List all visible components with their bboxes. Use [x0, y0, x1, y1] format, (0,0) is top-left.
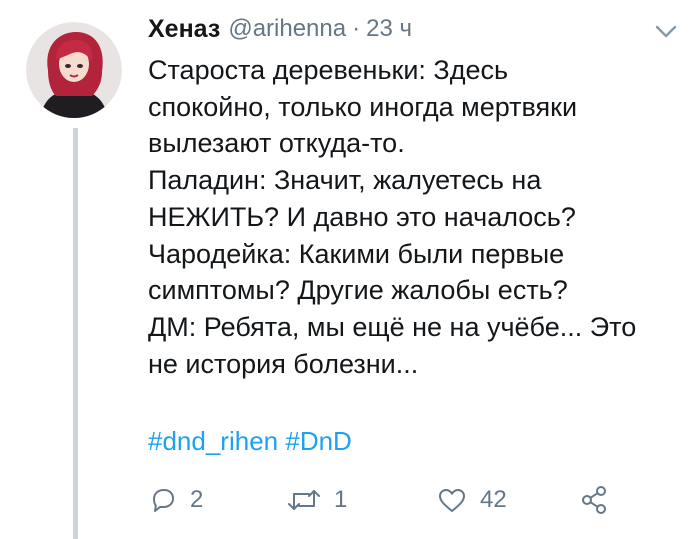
- tweet-actions: 2 1 42: [148, 480, 628, 520]
- thread-line: [73, 128, 78, 539]
- tweet-timestamp[interactable]: 23 ч: [366, 15, 412, 43]
- tweet-text-line: не история болезни...: [148, 348, 419, 379]
- reply-icon: [153, 489, 174, 512]
- tweet-header: Хеназ @arihenna · 23 ч: [148, 12, 680, 46]
- tweet-text-line: Паладин: Значит, жалуетесь на: [148, 165, 542, 196]
- share-button[interactable]: [578, 480, 610, 520]
- share-icon: [582, 486, 606, 514]
- author-name[interactable]: Хеназ: [148, 15, 220, 44]
- tweet-body: Староста деревеньки: Здесь спокойно, тол…: [148, 52, 683, 382]
- tweet-text-line: Староста деревеньки: Здесь: [148, 55, 509, 85]
- tweet-text-line: вылезают откуда-то.: [148, 128, 405, 159]
- tweet-text-line: спокойно, только иногда мертвяки: [148, 91, 578, 122]
- avatar[interactable]: [26, 22, 122, 118]
- retweet-icon: [288, 490, 320, 510]
- like-count: 42: [480, 486, 507, 513]
- retweet-count: 1: [334, 486, 348, 513]
- tweet-text-line: симптомы? Другие жалобы есть?: [148, 275, 568, 306]
- hashtag-link[interactable]: #DnD: [285, 426, 351, 456]
- header-separator: ·: [352, 15, 361, 42]
- author-handle[interactable]: @arihenna: [228, 15, 346, 43]
- hashtags: #dnd_rihen #DnD: [148, 426, 352, 457]
- hashtag-link[interactable]: #dnd_rihen: [148, 426, 278, 456]
- tweet-text-line: НЕЖИТЬ? И давно это началось?: [148, 201, 576, 232]
- retweet-button[interactable]: 1: [286, 480, 347, 520]
- reply-button[interactable]: 2: [148, 480, 203, 520]
- reply-count: 2: [190, 486, 204, 513]
- heart-icon: [439, 489, 465, 512]
- like-button[interactable]: 42: [436, 480, 507, 520]
- avatar-image: [26, 22, 122, 118]
- chevron-down-icon[interactable]: [654, 24, 678, 40]
- tweet-text-line: Чародейка: Какими были первые: [148, 238, 565, 269]
- tweet-text-line: ДМ: Ребята, мы ещё не на учёбе... Это: [148, 311, 637, 342]
